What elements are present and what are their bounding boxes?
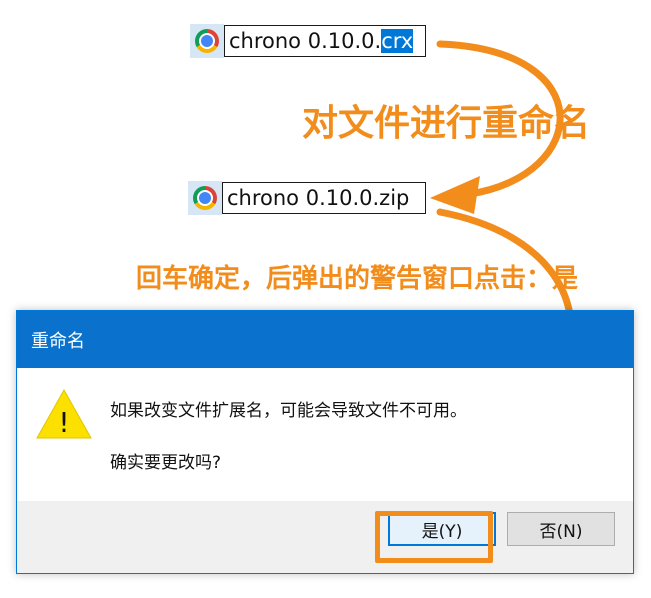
filename-prefix: chrono 0.10.0. bbox=[229, 29, 382, 53]
filename-text: chrono 0.10.0.zip bbox=[227, 186, 410, 210]
dialog-question: 确实要更改吗? bbox=[110, 453, 222, 473]
filename-field[interactable]: chrono 0.10.0.zip bbox=[222, 182, 426, 214]
selected-extension: crx bbox=[381, 29, 414, 53]
chrome-icon bbox=[188, 181, 222, 215]
dialog-button-bar: 是(Y) 否(N) bbox=[17, 501, 633, 573]
annotation-rename: 对文件进行重命名 bbox=[302, 103, 591, 144]
annotation-confirm: 回车确定，后弹出的警告窗口点击：是 bbox=[136, 264, 579, 294]
warning-icon: ! bbox=[35, 388, 93, 444]
chrome-icon bbox=[190, 24, 224, 58]
dialog-body: ! 如果改变文件扩展名，可能会导致文件不可用。 确实要更改吗? bbox=[17, 368, 633, 503]
dialog-title-bar: 重命名 bbox=[17, 311, 633, 368]
svg-text:!: ! bbox=[58, 406, 69, 439]
filename-edit-field[interactable]: chrono 0.10.0. crx bbox=[224, 25, 426, 57]
file-entry-before[interactable]: chrono 0.10.0. crx bbox=[190, 24, 426, 58]
rename-warning-dialog: 重命名 ! 如果改变文件扩展名，可能会导致文件不可用。 确实要更改吗? 是(Y)… bbox=[16, 310, 634, 574]
yes-button-highlight bbox=[375, 511, 493, 563]
file-entry-after[interactable]: chrono 0.10.0.zip bbox=[188, 181, 426, 215]
dialog-title: 重命名 bbox=[31, 330, 85, 352]
no-button[interactable]: 否(N) bbox=[507, 512, 615, 546]
dialog-message: 如果改变文件扩展名，可能会导致文件不可用。 bbox=[110, 401, 467, 421]
